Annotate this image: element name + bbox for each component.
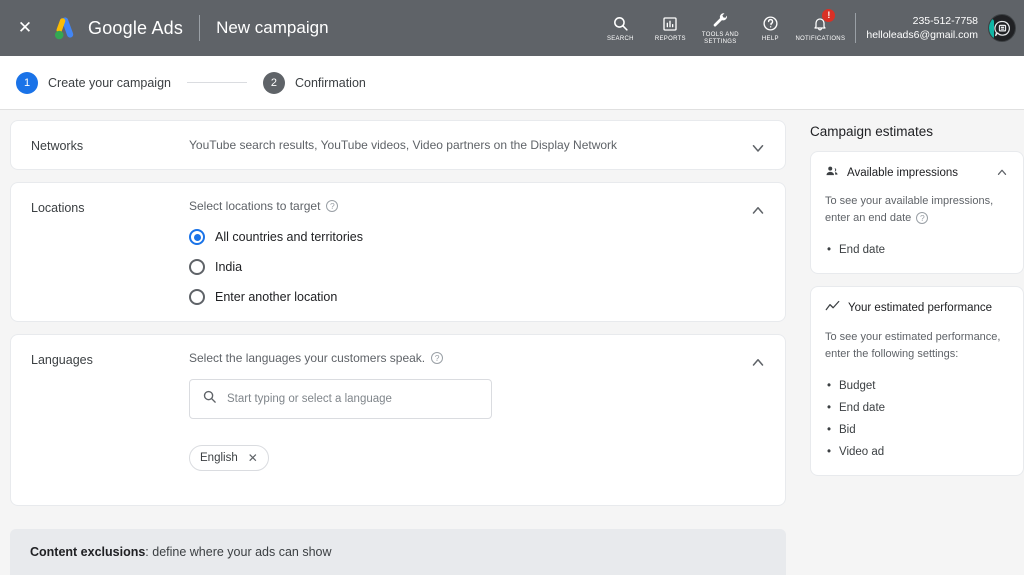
radio-label: Enter another location xyxy=(215,290,337,304)
search-icon xyxy=(612,14,629,34)
networks-label: Networks xyxy=(11,121,189,169)
people-icon xyxy=(825,164,839,181)
reports-chart-icon xyxy=(662,14,678,34)
networks-card[interactable]: Networks YouTube search results, YouTube… xyxy=(10,120,786,170)
search-tool-label: SEARCH xyxy=(607,36,634,43)
top-app-bar: ✕ Google Ads New campaign SEARCH xyxy=(0,0,1024,56)
radio-icon xyxy=(189,259,205,275)
language-search-input[interactable] xyxy=(227,393,479,405)
step-2-label: Confirmation xyxy=(295,76,366,90)
estimated-performance-card: Your estimated performance To see your e… xyxy=(810,286,1024,476)
language-search-field[interactable] xyxy=(189,379,492,419)
trend-line-icon xyxy=(825,299,840,317)
chevron-up-icon[interactable] xyxy=(749,353,767,371)
google-ads-logo xyxy=(50,14,78,42)
campaign-estimates-panel: Campaign estimates Available impressions xyxy=(810,120,1024,488)
chevron-up-icon[interactable] xyxy=(749,201,767,219)
radio-option-india[interactable]: India xyxy=(189,259,785,275)
languages-subtitle-row: Select the languages your customers spea… xyxy=(189,351,785,365)
step-create-your-campaign[interactable]: 1 Create your campaign xyxy=(16,72,171,94)
bell-icon: ! xyxy=(812,14,828,34)
selected-languages: English ✕ xyxy=(189,445,785,471)
available-impressions-requirements: End date xyxy=(825,239,1009,261)
help-tool-label: HELP xyxy=(762,36,779,43)
appbar-divider xyxy=(855,13,856,43)
languages-card: Languages Select the languages your cust… xyxy=(10,334,786,506)
locations-subtitle: Select locations to target xyxy=(189,199,320,213)
page-title: New campaign xyxy=(216,18,328,38)
estimated-performance-heading: Your estimated performance xyxy=(848,302,992,314)
brand-divider xyxy=(199,15,200,41)
settings-column: Networks YouTube search results, YouTube… xyxy=(10,120,800,506)
avatar-teal-accent xyxy=(989,19,994,39)
content-exclusions-bar[interactable]: Content exclusions: define where your ad… xyxy=(10,529,786,575)
help-tool-button[interactable]: HELP xyxy=(745,0,795,56)
close-icon[interactable]: ✕ xyxy=(6,0,44,56)
language-chip-label: English xyxy=(200,452,238,464)
list-item: Video ad xyxy=(825,441,1009,463)
content-exclusions-text: Content exclusions: define where your ad… xyxy=(30,545,332,559)
account-avatar-icon[interactable] xyxy=(988,14,1016,42)
reports-tool-button[interactable]: REPORTS xyxy=(645,0,695,56)
networks-summary: YouTube search results, YouTube videos, … xyxy=(189,138,785,152)
help-circle-icon xyxy=(762,14,779,34)
tools-and-settings-button[interactable]: TOOLS AND SETTINGS xyxy=(695,0,745,56)
available-impressions-text: To see your available impressions, enter… xyxy=(825,193,1009,227)
radio-option-enter-another-location[interactable]: Enter another location xyxy=(189,289,785,305)
reports-tool-label: REPORTS xyxy=(655,36,686,43)
estimated-performance-header: Your estimated performance xyxy=(825,299,1009,317)
locations-label: Locations xyxy=(11,183,189,321)
tools-and-settings-label: TOOLS AND SETTINGS xyxy=(702,32,739,46)
radio-icon xyxy=(189,289,205,305)
campaign-estimates-title: Campaign estimates xyxy=(810,124,1024,139)
radio-icon xyxy=(189,229,205,245)
notifications-badge: ! xyxy=(822,9,835,22)
languages-subtitle: Select the languages your customers spea… xyxy=(189,351,425,365)
estimated-performance-requirements: Budget End date Bid Video ad xyxy=(825,375,1009,463)
brand-name[interactable]: Google Ads xyxy=(88,18,183,39)
available-impressions-heading: Available impressions xyxy=(847,167,958,179)
help-icon[interactable]: ? xyxy=(431,352,443,364)
locations-card: Locations Select locations to target ? A… xyxy=(10,182,786,322)
locations-radio-group: All countries and territories India Ente… xyxy=(189,229,785,305)
campaign-stepper: 1 Create your campaign 2 Confirmation xyxy=(0,56,1024,110)
account-email: helloleads6@gmail.com xyxy=(866,28,978,42)
account-info: 235-512-7758 helloleads6@gmail.com xyxy=(866,14,978,42)
language-chip-english[interactable]: English ✕ xyxy=(189,445,269,471)
content-exclusions-title: Content exclusions xyxy=(30,545,145,559)
radio-label: India xyxy=(215,260,242,274)
appbar-tools: SEARCH REPORTS TOOLS AND SETTINGS xyxy=(595,0,1024,56)
step-1-number: 1 xyxy=(16,72,38,94)
list-item: Budget xyxy=(825,375,1009,397)
step-2-number: 2 xyxy=(263,72,285,94)
step-confirmation[interactable]: 2 Confirmation xyxy=(263,72,366,94)
available-impressions-card: Available impressions To see your availa… xyxy=(810,151,1024,274)
available-impressions-header: Available impressions xyxy=(825,164,1009,181)
list-item: End date xyxy=(825,239,1009,261)
step-1-label: Create your campaign xyxy=(48,76,171,90)
help-icon[interactable]: ? xyxy=(916,212,928,224)
close-icon[interactable]: ✕ xyxy=(248,452,258,464)
radio-option-all-countries[interactable]: All countries and territories xyxy=(189,229,785,245)
account-id: 235-512-7758 xyxy=(866,14,978,28)
notifications-button[interactable]: ! NOTIFICATIONS xyxy=(795,0,845,56)
languages-label: Languages xyxy=(11,335,189,505)
content-area: Networks YouTube search results, YouTube… xyxy=(0,110,1024,575)
search-icon xyxy=(202,389,217,409)
locations-subtitle-row: Select locations to target ? xyxy=(189,199,785,213)
wrench-icon xyxy=(712,10,729,30)
available-impressions-description: To see your available impressions, enter… xyxy=(825,195,993,224)
stepper-connector xyxy=(187,82,247,83)
radio-label: All countries and territories xyxy=(215,230,363,244)
help-icon[interactable]: ? xyxy=(326,200,338,212)
content-exclusions-rest: : define where your ads can show xyxy=(145,545,331,559)
chevron-down-icon[interactable] xyxy=(749,139,767,157)
estimated-performance-text: To see your estimated performance, enter… xyxy=(825,329,1009,363)
notifications-label: NOTIFICATIONS xyxy=(795,36,845,43)
search-tool-button[interactable]: SEARCH xyxy=(595,0,645,56)
list-item: Bid xyxy=(825,419,1009,441)
chevron-up-icon[interactable] xyxy=(995,165,1009,179)
list-item: End date xyxy=(825,397,1009,419)
